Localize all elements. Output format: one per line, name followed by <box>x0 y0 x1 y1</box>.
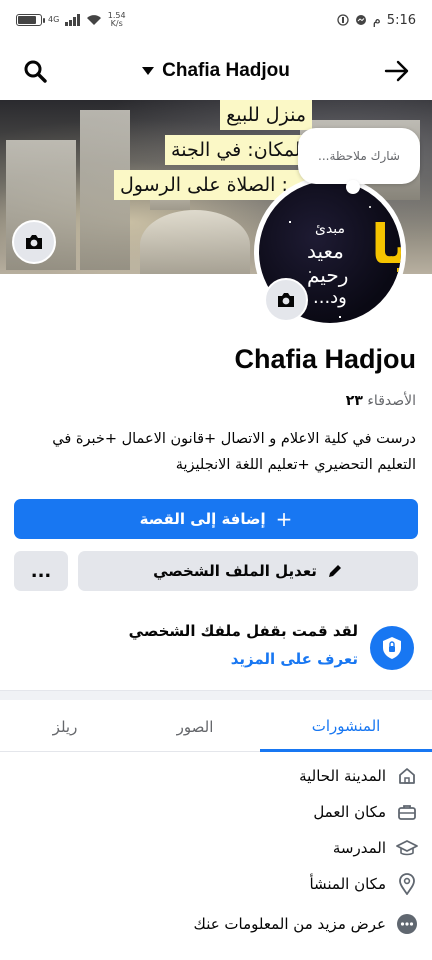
wifi-icon <box>86 15 101 25</box>
tab-posts[interactable]: المنشورات <box>260 702 432 752</box>
shield-lock-icon <box>370 626 414 670</box>
status-right: م 5:16 <box>337 13 416 28</box>
detail-label: مكان العمل <box>313 803 386 821</box>
avatar-stars <box>269 191 271 193</box>
battery-icon <box>16 14 45 26</box>
friends-number: ٢٣ <box>345 393 363 409</box>
profile-locked-notice: لقد قمت بقفل ملفك الشخصي تعرف على المزيد <box>0 612 432 682</box>
tab-reels-label: ريلز <box>52 718 78 736</box>
add-to-story-label: إضافة إلى القصة <box>139 510 266 528</box>
home-icon <box>396 765 418 787</box>
network-speed: 1.54 K/s <box>108 12 126 28</box>
friends-count[interactable]: الأصدقاء ٢٣ <box>346 393 416 409</box>
data-saver-icon <box>337 14 349 26</box>
speed-unit: K/s <box>110 19 123 28</box>
camera-icon <box>26 235 42 249</box>
edit-profile-picture-button[interactable] <box>264 278 308 322</box>
edit-profile-label: تعديل الملف الشخصي <box>153 562 317 580</box>
detail-label: مكان المنشأ <box>309 875 386 893</box>
signal-icon <box>65 14 80 26</box>
detail-school[interactable]: المدرسة <box>0 830 432 866</box>
caret-down-icon <box>142 67 155 75</box>
detail-hometown[interactable]: مكان المنشأ <box>0 866 432 902</box>
briefcase-icon <box>396 801 418 823</box>
avatar-text-line: رحيم <box>307 263 349 287</box>
tab-posts-label: المنشورات <box>311 716 381 735</box>
tab-photos[interactable]: الصور <box>130 702 260 752</box>
avatar-text-line: ود... <box>313 287 347 308</box>
graduation-cap-icon <box>396 837 418 859</box>
detail-label: المدرسة <box>332 839 386 857</box>
network-label: 4G <box>48 15 60 24</box>
pencil-icon <box>328 565 341 577</box>
more-options-button[interactable]: ... <box>14 551 68 591</box>
status-left: 4G 1.54 K/s <box>16 12 126 28</box>
avatar-text-line: معيد <box>307 239 344 263</box>
back-button[interactable] <box>380 54 414 88</box>
arrow-right-icon <box>384 60 409 82</box>
add-to-story-button[interactable]: + إضافة إلى القصة <box>14 499 418 539</box>
friends-label: الأصدقاء <box>367 393 416 409</box>
search-icon <box>24 60 47 83</box>
messenger-notification-icon <box>355 15 366 25</box>
cover-dome <box>140 210 250 274</box>
edit-profile-button[interactable]: تعديل الملف الشخصي <box>78 551 418 591</box>
detail-current-city[interactable]: المدينة الحالية <box>0 758 432 794</box>
avatar-big-letter: يا <box>371 213 401 276</box>
tab-reels[interactable]: ريلز <box>0 702 130 752</box>
time-suffix: م <box>372 12 381 28</box>
top-nav: Chafia Hadjou <box>0 44 432 98</box>
section-divider <box>0 690 432 700</box>
profile-bio: درست في كلية الاعلام و الاتصال +قانون ال… <box>52 431 416 473</box>
plus-icon: + <box>275 507 293 531</box>
share-note-bubble[interactable]: شارك ملاحظة... <box>298 128 420 194</box>
profile-switcher[interactable]: Chafia Hadjou <box>142 60 290 82</box>
detail-label: المدينة الحالية <box>299 767 386 785</box>
detail-see-more-about[interactable]: عرض مزيد من المعلومات عنك <box>0 906 432 942</box>
search-button[interactable] <box>18 54 52 88</box>
detail-workplace[interactable]: مكان العمل <box>0 794 432 830</box>
detail-label: عرض مزيد من المعلومات عنك <box>193 915 386 933</box>
profile-details: المدينة الحالية مكان العمل المدرسة مكان … <box>0 758 432 942</box>
cover-text-line: المكان: في الجنة <box>165 135 312 165</box>
profile-name: Chafia Hadjou <box>234 344 416 374</box>
status-bar: 4G 1.54 K/s م 5:16 <box>0 0 432 40</box>
more-dots-icon: ... <box>30 560 52 582</box>
status-time: 5:16 <box>386 12 416 28</box>
camera-icon <box>278 293 294 307</box>
tab-photos-label: الصور <box>176 718 214 736</box>
profile-tabs: المنشورات الصور ريلز <box>0 702 432 752</box>
cover-text-line: منزل للبيع <box>220 100 312 130</box>
nav-profile-name: Chafia Hadjou <box>162 60 290 81</box>
edit-cover-photo-button[interactable] <box>12 220 56 264</box>
locked-title: لقد قمت بقفل ملفك الشخصي <box>128 622 358 640</box>
battery-level <box>18 16 36 24</box>
avatar-text-line: مبدئ <box>315 221 346 237</box>
more-dots-icon <box>396 913 418 935</box>
learn-more-link[interactable]: تعرف على المزيد <box>231 650 358 668</box>
location-pin-icon <box>396 873 418 895</box>
